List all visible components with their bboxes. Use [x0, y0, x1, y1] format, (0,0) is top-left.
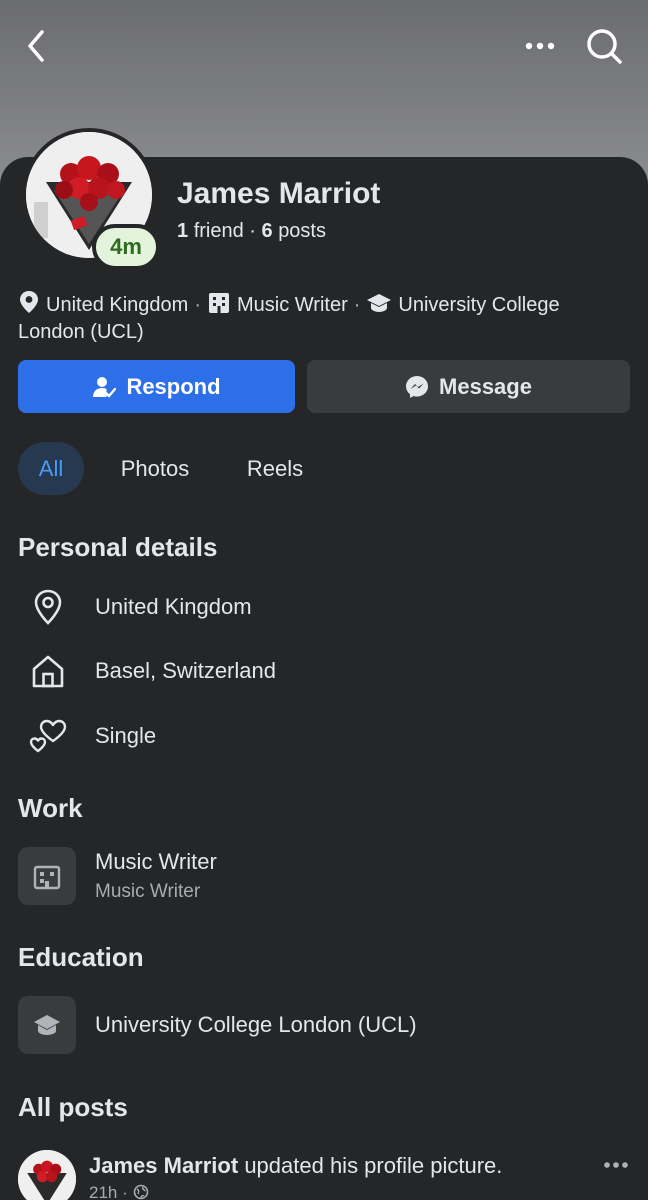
education-school: University College London (UCL) [95, 1012, 417, 1037]
respond-label: Respond [126, 373, 221, 399]
rose-bouquet-image [18, 1150, 76, 1200]
message-button[interactable]: Message [307, 360, 630, 413]
graduation-cap-icon [367, 294, 392, 312]
detail-location: United Kingdom [18, 582, 630, 632]
search-button[interactable] [580, 22, 628, 70]
post-time: 21h [89, 1183, 118, 1200]
profile-name: James Marriot [177, 177, 381, 210]
detail-relationship-label: Single [95, 723, 157, 748]
back-button[interactable] [14, 24, 58, 68]
intro-separator: · [353, 294, 361, 316]
detail-hometown-label: Basel, Switzerland [95, 658, 276, 683]
tab-all[interactable]: All [18, 442, 84, 495]
detail-location-label: United Kingdom [95, 594, 252, 619]
post-headline: James Marriot updated his profile pictur… [89, 1153, 502, 1179]
graduation-cap-icon [34, 1015, 60, 1035]
more-horizontal-icon [525, 42, 555, 50]
work-job-title: Music Writer [95, 849, 217, 874]
stats-separator: · [249, 220, 262, 242]
more-horizontal-icon [604, 1162, 628, 1168]
education-tile [18, 996, 76, 1054]
home-icon [32, 655, 64, 688]
education-title: Education [18, 942, 144, 972]
friends-count: 1 [177, 220, 189, 242]
post-more-button[interactable] [598, 1152, 634, 1178]
active-status-badge: 4m [92, 224, 160, 270]
friend-request-icon [93, 376, 117, 397]
intro-location: United Kingdom [46, 294, 189, 316]
detail-relationship: Single [18, 711, 630, 761]
location-pin-icon [20, 291, 38, 313]
tab-photos[interactable]: Photos [100, 442, 210, 495]
search-icon [587, 29, 622, 64]
messenger-icon [406, 375, 429, 398]
personal-details-title: Personal details [18, 532, 218, 562]
respond-button[interactable]: Respond [18, 360, 295, 413]
intro-summary: United Kingdom · Music Writer · University C… [18, 290, 630, 346]
post-action: updated his profile picture. [244, 1153, 503, 1178]
work-title: Work [18, 793, 83, 823]
hearts-icon [29, 719, 67, 753]
posts-count: 6 [261, 220, 273, 242]
tab-reels[interactable]: Reels [228, 442, 322, 495]
detail-hometown: Basel, Switzerland [18, 646, 630, 696]
work-tile [18, 847, 76, 905]
all-posts-title: All posts [18, 1092, 128, 1122]
message-label: Message [439, 373, 532, 399]
building-icon [208, 293, 229, 313]
post-meta: 21h · [89, 1183, 149, 1200]
posts-label: posts [278, 220, 326, 242]
chevron-left-icon [28, 30, 44, 62]
building-icon [33, 865, 61, 890]
friends-label: friend [193, 220, 244, 242]
globe-icon [133, 1184, 148, 1200]
post-author-avatar[interactable] [18, 1150, 76, 1200]
profile-stats[interactable]: 1 friend · 6 posts [177, 220, 326, 243]
post-author-name[interactable]: James Marriot [89, 1153, 238, 1178]
intro-work: Music Writer [236, 294, 348, 316]
work-job-subtitle: Music Writer [95, 881, 201, 902]
meta-separator: · [122, 1183, 133, 1200]
location-pin-icon [34, 589, 62, 625]
more-button[interactable] [518, 24, 562, 68]
intro-separator: · [194, 294, 201, 316]
